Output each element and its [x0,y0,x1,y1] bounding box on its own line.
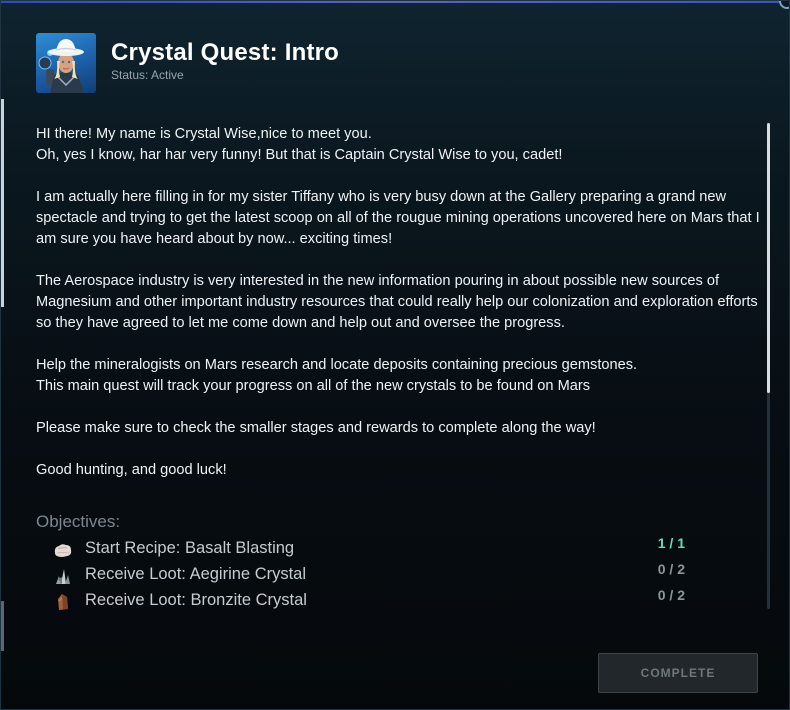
description-paragraph: Please make sure to check the smaller st… [36,420,596,436]
description-paragraph: The Aerospace industry is very intereste… [36,273,758,331]
quest-status: Status: Active [111,68,184,82]
character-avatar [36,33,96,93]
top-border-glow [1,1,789,3]
crystal-shard-icon [53,593,73,611]
objective-row: Receive Loot: Bronzite Crystal 0 / 2 [53,587,685,613]
objective-row: Start Recipe: Basalt Blasting 1 / 1 [53,535,685,561]
quest-description: HI there! My name is Crystal Wise,nice t… [36,124,761,502]
scrollbar-thumb[interactable] [767,123,770,393]
description-paragraph: Help the mineralogists on Mars research … [36,357,638,394]
description-paragraph: Good hunting, and good luck! [36,462,227,478]
objective-label: Receive Loot: Bronzite Crystal [85,591,307,609]
objectives-heading: Objectives: [36,512,121,531]
quest-dialog: Crystal Quest: Intro Status: Active HI t… [0,0,790,710]
description-paragraph: HI there! My name is Crystal Wise,nice t… [36,126,563,163]
quest-title: Crystal Quest: Intro [111,39,340,66]
rock-icon [53,541,73,559]
objective-progress: 0 / 2 [657,561,685,577]
objective-label: Start Recipe: Basalt Blasting [85,539,295,557]
objective-label: Receive Loot: Aegirine Crystal [85,565,307,583]
complete-button[interactable]: COMPLETE [598,653,758,693]
quest-header: Crystal Quest: Intro Status: Active [36,33,736,93]
left-edge-shadow [1,601,4,651]
objective-progress: 1 / 1 [657,535,685,551]
left-edge-highlight [1,99,4,307]
description-scrollbar[interactable] [767,123,770,609]
description-paragraph: I am actually here filling in for my sis… [36,189,760,247]
objective-row: Receive Loot: Aegirine Crystal 0 / 2 [53,561,685,587]
close-icon[interactable] [779,1,789,9]
objective-progress: 0 / 2 [657,587,685,603]
crystal-cluster-icon [53,567,73,585]
character-portrait-icon [38,39,84,93]
